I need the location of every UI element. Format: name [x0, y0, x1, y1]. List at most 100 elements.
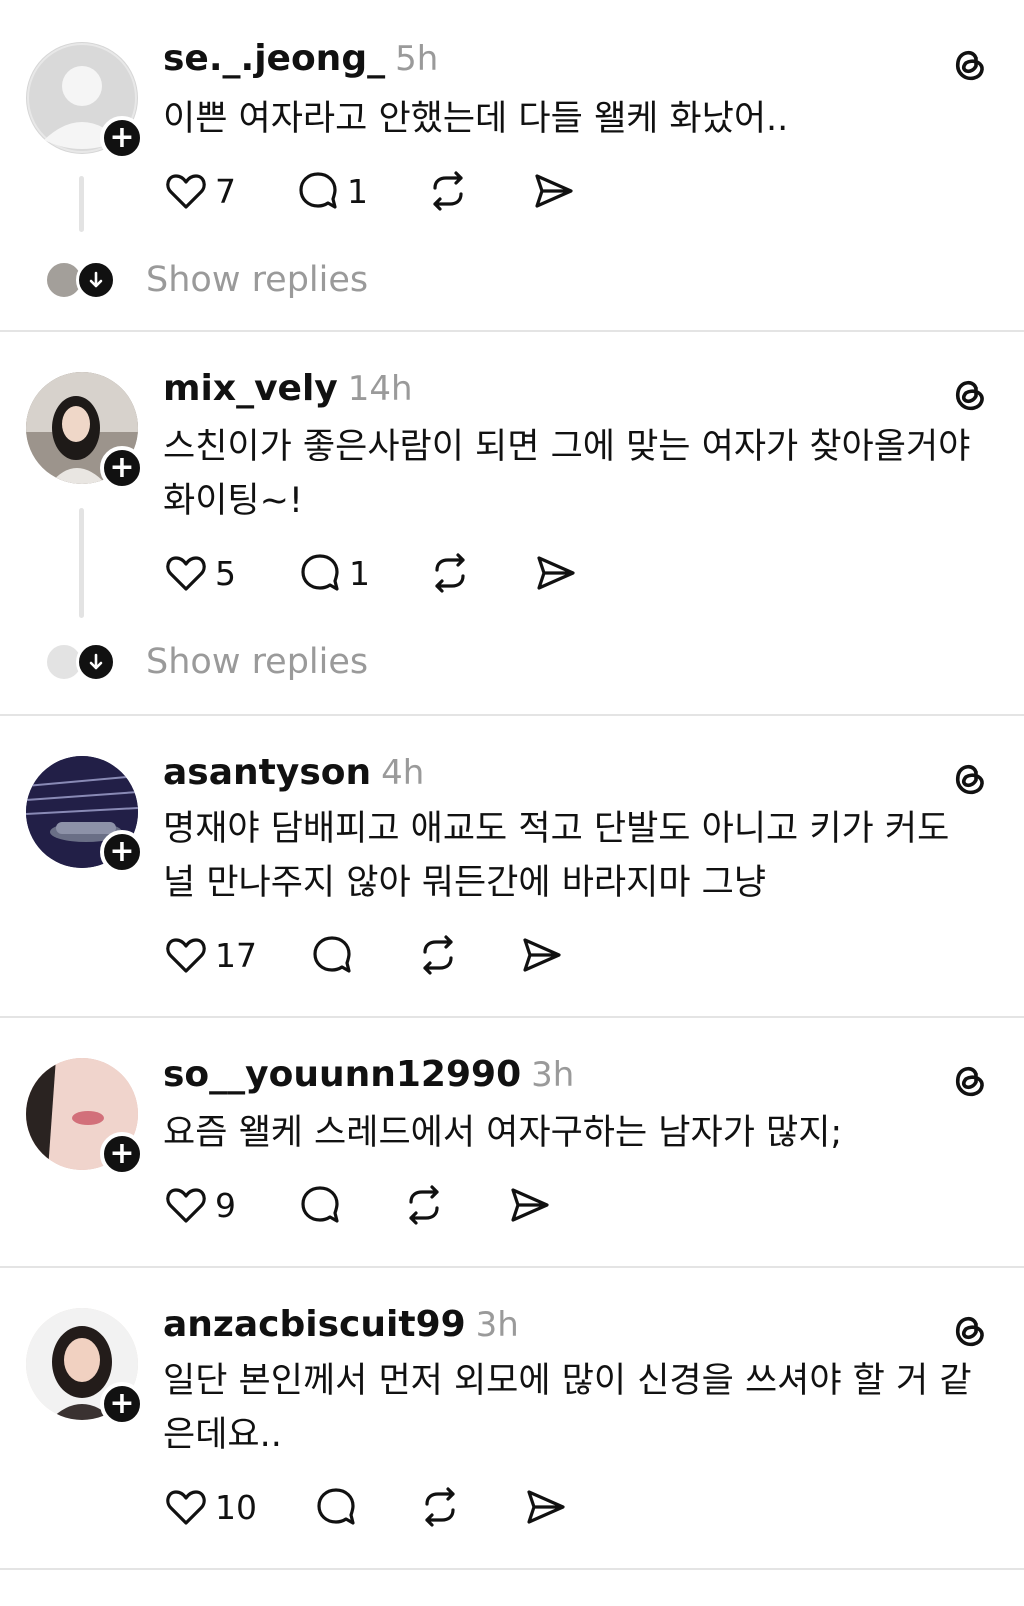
speech-bubble-icon: [313, 936, 351, 973]
heart-icon: [166, 938, 206, 973]
repost-button[interactable]: [417, 1484, 523, 1530]
reply-post: + so__youunn12990 3h 요즘 왤케 스레드에서 여자구하는 남…: [0, 1018, 1024, 1268]
thread-line: [79, 508, 84, 618]
send-icon: [537, 556, 575, 590]
share-button[interactable]: [507, 1182, 553, 1228]
like-button[interactable]: 5: [163, 550, 297, 596]
repost-icon: [409, 1185, 439, 1225]
threads-logo-icon[interactable]: [946, 1056, 990, 1100]
repost-button[interactable]: [425, 168, 531, 214]
reply-button[interactable]: [297, 1182, 401, 1228]
avatar-wrapper[interactable]: +: [26, 1058, 144, 1176]
send-icon: [527, 1490, 565, 1524]
avatar-wrapper[interactable]: +: [26, 756, 144, 874]
post-text: 명재야 담배피고 애교도 적고 단발도 아니고 키가 커도 널 만나주지 않아 …: [163, 809, 950, 903]
like-button[interactable]: 7: [163, 168, 295, 214]
follow-plus-icon[interactable]: +: [100, 1132, 144, 1176]
repost-button[interactable]: [401, 1182, 507, 1228]
show-replies-row[interactable]: Show replies: [44, 642, 368, 682]
send-icon: [511, 1188, 549, 1222]
timestamp: 3h: [531, 1055, 575, 1095]
thread-line: [79, 176, 84, 232]
threads-logo-icon[interactable]: [946, 1306, 990, 1350]
threads-logo-icon[interactable]: [946, 370, 990, 414]
follow-plus-icon[interactable]: +: [100, 1382, 144, 1426]
reply-button[interactable]: [313, 1484, 417, 1530]
avatar-wrapper[interactable]: +: [26, 1308, 144, 1426]
post-header: anzacbiscuit99 3h: [163, 1304, 519, 1345]
speech-bubble-icon: [299, 172, 337, 209]
arrow-down-icon: [76, 642, 116, 682]
follow-plus-icon[interactable]: +: [100, 830, 144, 874]
timestamp: 4h: [381, 753, 425, 793]
like-count: 17: [215, 935, 257, 975]
like-button[interactable]: 17: [163, 932, 309, 978]
like-button[interactable]: 10: [163, 1484, 313, 1530]
arrow-down-icon: [76, 260, 116, 300]
timestamp: 5h: [395, 39, 439, 79]
speech-bubble-icon: [317, 1488, 355, 1525]
repost-icon: [435, 553, 465, 593]
timestamp: 3h: [475, 1305, 519, 1345]
send-icon: [523, 938, 561, 972]
reply-button[interactable]: 1: [297, 550, 427, 596]
like-count: 10: [215, 1487, 257, 1527]
speech-bubble-icon: [301, 554, 339, 591]
reply-button[interactable]: 1: [295, 168, 425, 214]
post-text: 요즘 왤케 스레드에서 여자구하는 남자가 많지;: [163, 1113, 843, 1153]
show-replies-link[interactable]: Show replies: [146, 260, 368, 300]
post-text: 스친이가 좋은사람이 되면 그에 맞는 여자가 찾아올거야 화이팅~!: [163, 427, 971, 521]
reply-button[interactable]: [309, 932, 415, 978]
avatar-wrapper[interactable]: +: [26, 42, 144, 160]
repost-icon: [423, 935, 453, 975]
timestamp: 14h: [347, 369, 413, 409]
post-header: se._.jeong_ 5h: [163, 38, 438, 79]
username[interactable]: se._.jeong_: [163, 38, 385, 79]
like-count: 7: [215, 171, 236, 211]
like-count: 5: [215, 553, 236, 593]
reply-post: + mix_vely 14h 스친이가 좋은사람이 되면 그에 맞는 여자가 찾…: [0, 332, 1024, 716]
share-button[interactable]: [523, 1484, 569, 1530]
threads-logo-icon[interactable]: [946, 40, 990, 84]
speech-bubble-icon: [301, 1186, 339, 1223]
heart-icon: [166, 1188, 206, 1223]
post-text: 이쁜 여자라고 안했는데 다들 왤케 화났어..: [163, 99, 789, 139]
like-count: 9: [215, 1185, 236, 1225]
reply-post: + asantyson 4h 명재야 담배피고 애교도 적고 단발도 아니고 키…: [0, 716, 1024, 1018]
username[interactable]: mix_vely: [163, 368, 338, 409]
post-header: asantyson 4h: [163, 752, 424, 793]
threads-logo-icon[interactable]: [946, 754, 990, 798]
username[interactable]: so__youunn12990: [163, 1054, 521, 1095]
action-bar: 9: [163, 1182, 553, 1228]
username[interactable]: anzacbiscuit99: [163, 1304, 466, 1345]
follow-plus-icon[interactable]: +: [100, 116, 144, 160]
action-bar: 7 1: [163, 168, 577, 214]
post-text: 일단 본인께서 먼저 외모에 많이 신경을 쓰셔야 할 거 같 은데요..: [163, 1361, 972, 1455]
show-replies-row[interactable]: Show replies: [44, 260, 368, 300]
repost-button[interactable]: [427, 550, 533, 596]
action-bar: 5 1: [163, 550, 579, 596]
share-button[interactable]: [531, 168, 577, 214]
repost-icon: [425, 1487, 455, 1527]
reply-count: 1: [349, 553, 370, 593]
heart-icon: [166, 174, 206, 209]
avatar-wrapper[interactable]: +: [26, 372, 144, 490]
send-icon: [535, 174, 573, 208]
share-button[interactable]: [533, 550, 579, 596]
action-bar: 10: [163, 1484, 569, 1530]
post-header: so__youunn12990 3h: [163, 1054, 574, 1095]
heart-icon: [166, 1490, 206, 1525]
follow-plus-icon[interactable]: +: [100, 446, 144, 490]
heart-icon: [166, 556, 206, 591]
post-header: mix_vely 14h: [163, 368, 413, 409]
repost-button[interactable]: [415, 932, 519, 978]
reply-post: + se._.jeong_ 5h 이쁜 여자라고 안했는데 다들 왤케 화났어.…: [0, 0, 1024, 332]
reply-post: + anzacbiscuit99 3h 일단 본인께서 먼저 외모에 많이 신경…: [0, 1268, 1024, 1570]
action-bar: 17: [163, 932, 565, 978]
repost-icon: [433, 171, 463, 211]
show-replies-link[interactable]: Show replies: [146, 642, 368, 682]
like-button[interactable]: 9: [163, 1182, 297, 1228]
reply-count: 1: [347, 171, 368, 211]
share-button[interactable]: [519, 932, 565, 978]
username[interactable]: asantyson: [163, 752, 371, 793]
